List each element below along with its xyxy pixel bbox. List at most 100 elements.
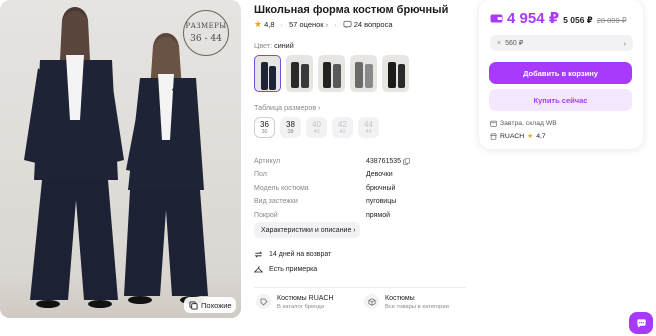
color-thumb[interactable] — [382, 55, 409, 92]
spec-key: Вид застежки — [254, 198, 298, 205]
price-wallet: 4 954 ₽ — [507, 10, 560, 27]
seller-info[interactable]: RUACH ★ 4,7 — [490, 132, 546, 140]
copy-icon[interactable] — [403, 157, 410, 165]
size-table-link[interactable]: Таблица размеров › — [254, 103, 321, 112]
seller-rating: 4,7 — [536, 132, 546, 140]
size-option[interactable]: 42 42 — [332, 117, 353, 138]
category-subtitle: Все товары в категории — [385, 304, 449, 310]
color-thumbnails — [254, 55, 409, 92]
size-ru: 36 — [260, 119, 269, 129]
delivery-label: Завтра, склад WB — [500, 120, 557, 127]
tag-icon — [256, 294, 271, 309]
wallet-icon — [490, 14, 503, 23]
installment-mark: × — [497, 39, 502, 47]
spec-row: Артикул 438761535 — [254, 151, 464, 165]
size-eu: 36 — [261, 128, 268, 135]
spec-row: Покрой прямой — [254, 205, 464, 219]
reviews-link[interactable]: 57 оценок — [289, 20, 324, 29]
seller-name: RUACH — [500, 132, 525, 140]
questions-link[interactable]: 24 вопроса — [354, 20, 393, 29]
chevron-right-icon: › — [623, 38, 626, 48]
product-title: Школьная форма костюм брючный — [254, 4, 449, 16]
return-info: 14 дней на возврат — [254, 250, 331, 259]
spec-value: Девочки — [366, 171, 393, 178]
spec-value: пуговицы — [366, 198, 397, 205]
star-icon: ★ — [254, 19, 263, 29]
spec-key: Модель костюма — [254, 184, 309, 192]
chevron-right-icon: › — [323, 20, 329, 29]
size-ru: 42 — [338, 119, 347, 129]
price-row: 4 954 ₽ 5 056 ₽ 28 000 ₽ — [490, 9, 627, 27]
hanger-icon — [254, 266, 263, 273]
sizes-badge-title: РАЗМЕРЫ — [185, 22, 227, 30]
add-to-cart-button[interactable]: Добавить в корзину — [489, 62, 632, 84]
article-number: 438761535 — [366, 157, 402, 165]
similar-label: Похожие — [201, 300, 232, 310]
color-label-key: Цвет: — [254, 41, 273, 50]
delivery-info: Завтра, склад WB — [490, 120, 557, 127]
sizes-badge: РАЗМЕРЫ 36 - 44 — [183, 10, 229, 56]
divider — [254, 287, 466, 288]
color-thumb[interactable] — [286, 55, 313, 92]
return-label: 14 дней на возврат — [269, 251, 332, 258]
color-thumb[interactable] — [254, 55, 281, 92]
price-card: 4 954 ₽ 5 056 ₽ 28 000 ₽ × 560 ₽ › Добав… — [479, 0, 643, 149]
color-thumb[interactable] — [350, 55, 377, 92]
size-option[interactable]: 36 36 — [254, 117, 275, 138]
spec-row: Модель костюма брючный — [254, 178, 464, 192]
product-meta: ★ 4,8 · 57 оценок › · 24 вопроса — [254, 19, 393, 30]
star-icon: ★ — [527, 133, 534, 140]
questions-icon — [343, 20, 352, 29]
installment-value: 560 ₽ — [505, 40, 524, 47]
spec-row: Вид застежки пуговицы — [254, 192, 464, 205]
spec-value: брючный — [366, 184, 396, 192]
color-thumb[interactable] — [318, 55, 345, 92]
cube-icon — [364, 294, 379, 309]
fitting-label: Есть примерка — [269, 266, 318, 273]
spec-row: Пол Девочки — [254, 165, 464, 178]
spec-value: прямой — [366, 211, 391, 219]
dot-separator: · — [334, 20, 337, 29]
return-arrows-icon — [254, 251, 263, 258]
installment-button[interactable]: × 560 ₽ › — [490, 35, 633, 51]
size-ru: 38 — [286, 119, 295, 129]
chat-button[interactable] — [629, 312, 653, 334]
size-option[interactable]: 44 44 — [358, 117, 379, 138]
price-regular: 5 056 ₽ — [563, 15, 593, 25]
similar-button[interactable]: Похожие — [184, 297, 236, 313]
brand-subtitle: В каталог бренда — [277, 304, 325, 310]
category-title: Костюмы — [385, 295, 415, 302]
calendar-icon — [490, 120, 497, 127]
spec-key: Артикул — [254, 157, 281, 165]
brand-link[interactable]: Костюмы RUACH В каталог бренда — [256, 294, 334, 312]
brand-title: Костюмы RUACH — [277, 295, 334, 302]
rating-value: 4,8 — [264, 20, 275, 29]
chat-icon — [636, 318, 646, 328]
spec-key: Пол — [254, 171, 267, 178]
price-old: 28 000 ₽ — [596, 16, 627, 25]
size-eu: 38 — [287, 128, 294, 135]
similar-icon — [189, 300, 198, 310]
fitting-info: Есть примерка — [254, 265, 317, 274]
product-photo[interactable]: РАЗМЕРЫ 36 - 44 Похожие — [0, 0, 241, 318]
size-eu: 44 — [365, 128, 372, 135]
spec-key: Покрой — [254, 211, 278, 219]
specs-table: Артикул 438761535 Пол Девочки Модель кос… — [254, 151, 464, 219]
buy-now-button[interactable]: Купить сейчас — [489, 89, 632, 111]
size-selector: 36 36 38 38 40 40 42 42 44 44 — [254, 117, 379, 138]
size-eu: 40 — [313, 128, 320, 135]
size-table-label: Таблица размеров — [254, 103, 317, 112]
sizes-badge-range: 36 - 44 — [190, 34, 222, 44]
category-link[interactable]: Костюмы Все товары в категории — [364, 294, 449, 312]
shop-icon — [490, 133, 497, 140]
size-ru: 40 — [312, 119, 321, 129]
characteristics-label: Характеристики и описание — [261, 226, 352, 234]
characteristics-button[interactable]: Характеристики и описание › — [254, 222, 360, 238]
size-eu: 42 — [339, 128, 346, 135]
size-ru: 44 — [364, 119, 373, 129]
size-option[interactable]: 40 40 — [306, 117, 327, 138]
dot-separator: · — [280, 20, 284, 29]
size-option[interactable]: 38 38 — [280, 117, 301, 138]
color-value: синий — [274, 41, 294, 50]
color-label: Цвет: синий — [254, 41, 294, 50]
